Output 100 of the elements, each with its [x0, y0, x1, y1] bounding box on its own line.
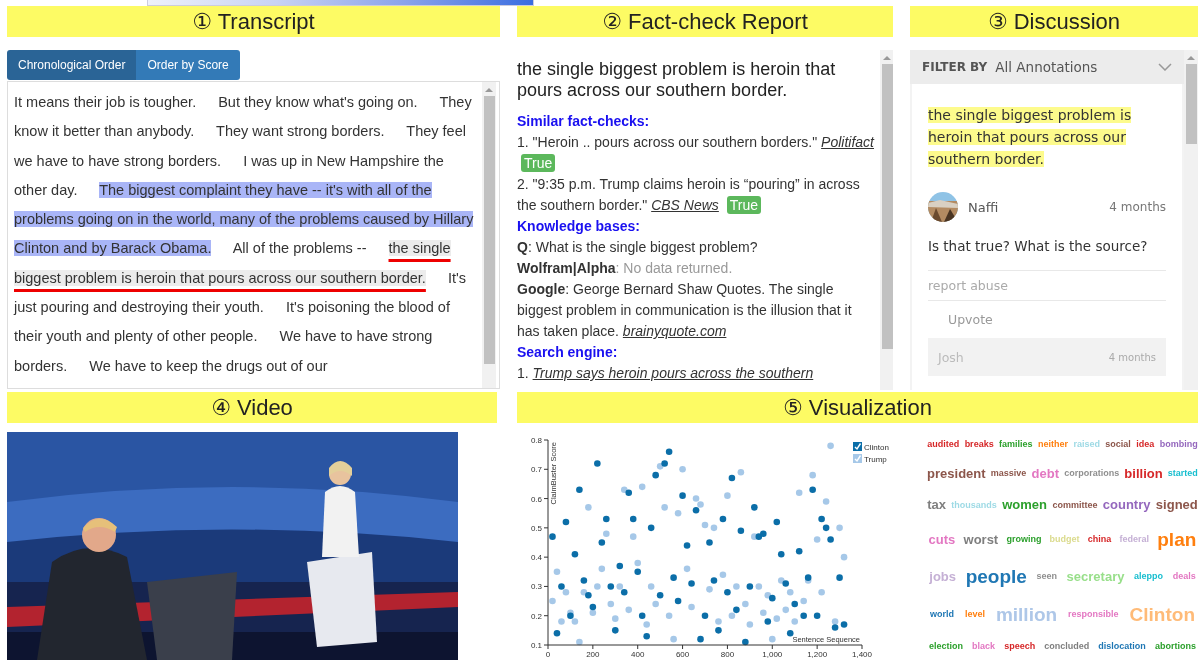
data-point [795, 489, 803, 496]
comment-time: 4 months [1109, 200, 1166, 214]
fact-check-entry: 2. "9:35 p.m. Trump claims heroin is “pouring” in across the southern border." CBS News True [517, 175, 861, 216]
data-point [576, 638, 583, 646]
cloud-word: families [999, 440, 1033, 450]
data-point [679, 492, 686, 499]
data-point [598, 539, 606, 546]
legend-checkbox[interactable] [853, 454, 862, 463]
data-point [715, 627, 722, 634]
data-point [603, 515, 610, 523]
data-point [742, 638, 749, 646]
data-point [638, 483, 646, 491]
data-point [594, 460, 601, 467]
cloud-word: budget [1049, 534, 1080, 545]
legend-label: Trump [864, 455, 887, 464]
cloud-word: bombing [1159, 440, 1198, 450]
data-point [840, 553, 848, 561]
cloud-word: world [929, 609, 954, 620]
cloud-word: people [965, 567, 1027, 588]
section-heading: Search engine: [517, 343, 619, 362]
cloud-word: started [1167, 469, 1198, 479]
data-point [791, 618, 798, 625]
knowledge-result: Google: George Bernard Shaw Quotes. The single biggest problem in communication is the illusion that it has taken place. brainyquote.com [517, 280, 853, 341]
cloud-word: dislocation [1098, 642, 1146, 652]
result-number: 1. [517, 365, 529, 381]
scrollbar[interactable] [482, 82, 496, 388]
cloud-word: women [1002, 498, 1048, 513]
search-result-link[interactable]: Trump says heroin pours across the southern [532, 365, 814, 381]
cloud-word: idea [1136, 440, 1155, 450]
data-point [800, 597, 807, 605]
tick-label: 0.4 [530, 553, 542, 563]
legend-label: Clinton [864, 443, 889, 452]
data-point [661, 504, 668, 511]
knowledge-result: Wolfram|Alpha: No data returned. [517, 259, 734, 278]
data-point [786, 630, 794, 637]
cloud-word: growing [1006, 534, 1042, 545]
data-point [571, 550, 579, 558]
tab[interactable]: Chronological Order [7, 50, 137, 80]
annotation-quote: the single biggest problem is heroin that pours across our southern border. [928, 106, 1133, 169]
scrollbar[interactable] [880, 50, 893, 390]
cloud-word: aleppo [1134, 572, 1164, 582]
panel-header: ③ Discussion [910, 6, 1198, 37]
tick-label: 1,200 [807, 650, 828, 659]
source-link[interactable]: Politifact [821, 134, 874, 150]
data-point [795, 548, 803, 555]
user-name[interactable]: Naffi [968, 199, 1110, 215]
verdict-badge: True [521, 154, 556, 172]
tick-label: 200 [586, 650, 600, 659]
data-point [643, 632, 650, 640]
data-point [625, 606, 633, 614]
filter-dropdown[interactable]: FILTER BY All Annotations [910, 50, 1184, 84]
data-point [679, 466, 686, 473]
data-point [558, 618, 565, 625]
data-point [746, 621, 754, 628]
cloud-word: responsible [1068, 609, 1119, 620]
chevron-down-icon [1158, 63, 1172, 71]
cloud-word: debt [1031, 467, 1059, 481]
cloud-word: deals [1172, 572, 1196, 582]
source-link[interactable]: CBS News [651, 197, 719, 213]
data-point [715, 618, 722, 625]
data-point [562, 518, 570, 526]
cloud-word: audited [927, 440, 960, 450]
cloud-word: worst [963, 532, 999, 547]
data-point [683, 542, 691, 549]
cloud-word: signed [1155, 498, 1198, 513]
panel-header: ⑤ Visualization [517, 392, 1198, 423]
data-point [800, 612, 807, 619]
transcript-text: It means their job is tougher. But they know what's going on. They know it better than anybody. They want strong borders. They feel we have to have strong borders. I was up in New Hampshire the other day. The biggest complaint they have -- it's with all of the problems going on in the world, many of the problems caused by Hillary Clinton and by Barack Obama. All of the problems -- the single biggest problem is heroin that pours across our southern border. It's just pouring and destroying their youth. It's poisoning the blood of their youth and plenty of other people. We have to have strong borders. We have to keep the drugs out of our [12, 93, 475, 376]
data-point [665, 448, 673, 455]
data-point [809, 486, 816, 494]
data-point [612, 615, 619, 622]
tick-label: 0.1 [530, 641, 542, 650]
data-point [813, 612, 821, 619]
cloud-word: china [1087, 534, 1112, 545]
data-point [638, 612, 646, 619]
tick-label: 0.8 [530, 436, 542, 445]
scrollbar[interactable] [1184, 50, 1198, 390]
data-point [737, 527, 745, 535]
data-point [733, 583, 740, 590]
comment-text: Is that true? What is the source? [928, 238, 1149, 254]
data-point [629, 533, 637, 540]
cloud-word: federal [1119, 534, 1150, 545]
cloud-word: black [972, 642, 996, 652]
cloud-word: cuts [928, 532, 956, 547]
panel-header: ① Transcript [7, 6, 500, 37]
tick-label: 400 [631, 650, 645, 659]
cloud-word: tax [927, 498, 946, 513]
cloud-word: secretary [1066, 570, 1125, 584]
data-point [549, 533, 556, 540]
legend-checkbox[interactable] [853, 442, 862, 451]
data-point [688, 580, 695, 587]
data-point [688, 603, 695, 611]
data-point [580, 577, 588, 584]
cloud-word: plan [1157, 529, 1197, 550]
data-point [706, 539, 713, 546]
data-point [786, 589, 794, 596]
tick-label: 0.3 [530, 582, 542, 592]
source-link[interactable]: brainyquote.com [622, 323, 727, 339]
tab[interactable]: Order by Score [136, 50, 240, 80]
claim-title: the single biggest problem is heroin that pours across our southern border. [517, 59, 837, 101]
